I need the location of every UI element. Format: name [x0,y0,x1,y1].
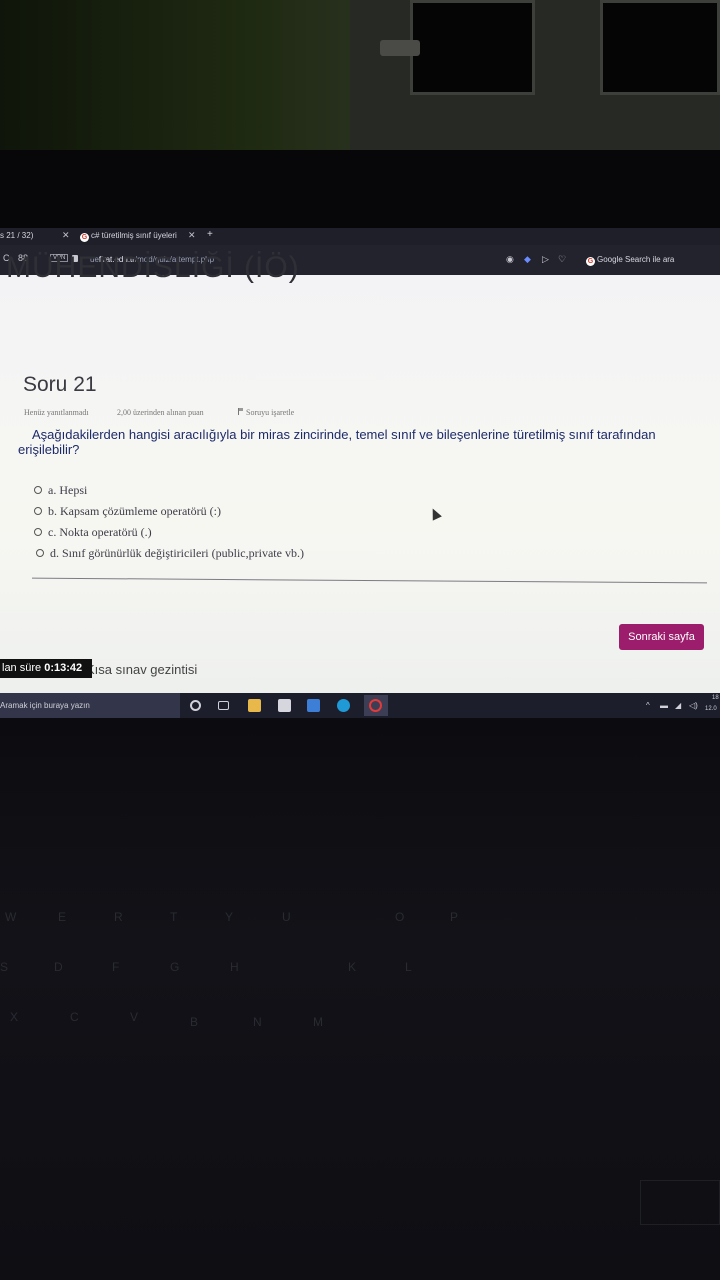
timer-label: lan süre [2,662,42,674]
battery-icon[interactable]: ▬ [660,701,668,710]
key-r: R [114,910,123,924]
key-p: P [450,910,459,924]
answer-option-c[interactable]: c. Nokta operatörü (.) [34,525,152,540]
divider [32,577,707,584]
laptop-bezel [0,150,720,230]
file-explorer-icon[interactable] [248,699,261,712]
key-f: F [112,960,120,974]
key-x: X [10,1010,19,1024]
tab-quiz[interactable]: s 21 / 32) [0,231,33,240]
key-d: D [54,960,63,974]
task-view-icon[interactable] [218,701,229,710]
keyboard-deck [0,718,720,1280]
time-remaining: lan süre 0:13:42 [0,659,92,678]
key-g: G [170,960,180,974]
answer-label: b. Kapsam çözümleme operatörü (:) [48,504,221,518]
google-icon: G [586,257,595,266]
browser-tab-bar: s 21 / 32) ✕ Gc# türetilmiş sınıf üyeler… [0,228,720,245]
wifi-icon[interactable]: ◢ [675,701,681,710]
answer-option-a[interactable]: a. Hepsi [34,483,87,498]
flag-question-label: Soruyu işaretle [246,408,295,417]
google-search-field[interactable]: G Google Search ile ara [586,255,674,266]
clock-time[interactable]: 18 [712,695,719,701]
mail-icon[interactable] [307,699,320,712]
question-status: Henüz yanıtlanmadı [24,408,89,417]
key-t: T [170,910,178,924]
tab-search[interactable]: Gc# türetilmiş sınıf üyeleri [80,231,177,242]
touchpad [640,1180,720,1225]
key-c: C [70,1010,79,1024]
question-text-continued: erişilebilir? [18,442,80,457]
cortana-icon[interactable] [190,700,201,711]
store-icon[interactable] [278,699,291,712]
door-panel-right [600,0,720,95]
key-m: M [313,1015,323,1029]
key-n: N [253,1015,262,1029]
mouse-cursor-icon [428,506,442,521]
radio-button[interactable] [34,507,42,515]
radio-button[interactable] [34,486,42,494]
radio-button[interactable] [36,549,44,557]
new-tab-button[interactable]: + [207,229,213,240]
timer-value: 0:13:42 [44,662,83,674]
camera-icon[interactable]: ◉ [506,254,514,265]
key-e: E [58,910,67,924]
tab-search-label: c# türetilmiş sınıf üyeleri [91,231,177,240]
course-title: MÜHENDİSLİĞİ (İÖ) [6,251,300,284]
play-icon[interactable]: ▷ [542,254,549,265]
key-k: K [348,960,357,974]
opera-icon[interactable] [364,695,388,716]
answer-label: d. Sınıf görünürlük değiştiricileri (pub… [50,546,304,560]
question-text: Aşağıdakilerden hangisi aracılığıyla bir… [32,427,656,442]
door-panel-left [410,0,535,95]
shield-icon[interactable]: ◆ [524,254,531,265]
question-points: 2,00 üzerinden alınan puan [117,408,204,417]
key-b: B [190,1015,199,1029]
answer-option-d[interactable]: d. Sınıf görünürlük değiştiricileri (pub… [36,546,304,561]
door-handle [380,40,420,56]
answer-label: c. Nokta operatörü (.) [48,525,152,539]
answer-label: a. Hepsi [48,483,88,497]
quiz-page: MÜHENDİSLİĞİ (İÖ) Soru 21 Henüz yanıtlan… [0,251,720,693]
clock-date[interactable]: 12.0 [705,706,717,712]
opera-logo-icon [369,699,382,712]
edge-icon[interactable] [337,699,350,712]
next-page-button[interactable]: Sonraki sayfa [619,624,704,650]
google-search-label: Google Search ile ara [597,255,675,264]
key-u: U [282,910,291,924]
key-h: H [230,960,239,974]
flag-icon [238,408,243,415]
door [350,0,720,150]
quiz-navigation-link[interactable]: Kısa sınav gezintisi [86,662,197,677]
answer-option-b[interactable]: b. Kapsam çözümleme operatörü (:) [34,504,221,519]
google-icon: G [80,233,89,242]
close-tab-icon[interactable]: ✕ [62,230,70,241]
key-l: L [405,960,412,974]
flag-question-link[interactable]: Soruyu işaretle [238,408,294,417]
close-tab-icon[interactable]: ✕ [188,230,196,241]
windows-taskbar: Aramak için buraya yazın ^ ▬ ◢ ◁) 18 12.… [0,693,720,718]
key-y: Y [225,910,234,924]
key-o: O [395,910,405,924]
key-s: S [0,960,9,974]
taskbar-search-input[interactable]: Aramak için buraya yazın [0,693,180,718]
volume-icon[interactable]: ◁) [689,701,698,710]
tray-chevron-icon[interactable]: ^ [646,701,650,710]
laptop-screen: s 21 / 32) ✕ Gc# türetilmiş sınıf üyeler… [0,228,720,718]
key-w: W [5,910,17,924]
radio-button[interactable] [34,528,42,536]
key-v: V [130,1010,139,1024]
heart-icon[interactable]: ♡ [558,254,566,265]
taskbar-search-placeholder: Aramak için buraya yazın [0,701,90,710]
question-title: Soru 21 [23,373,97,396]
